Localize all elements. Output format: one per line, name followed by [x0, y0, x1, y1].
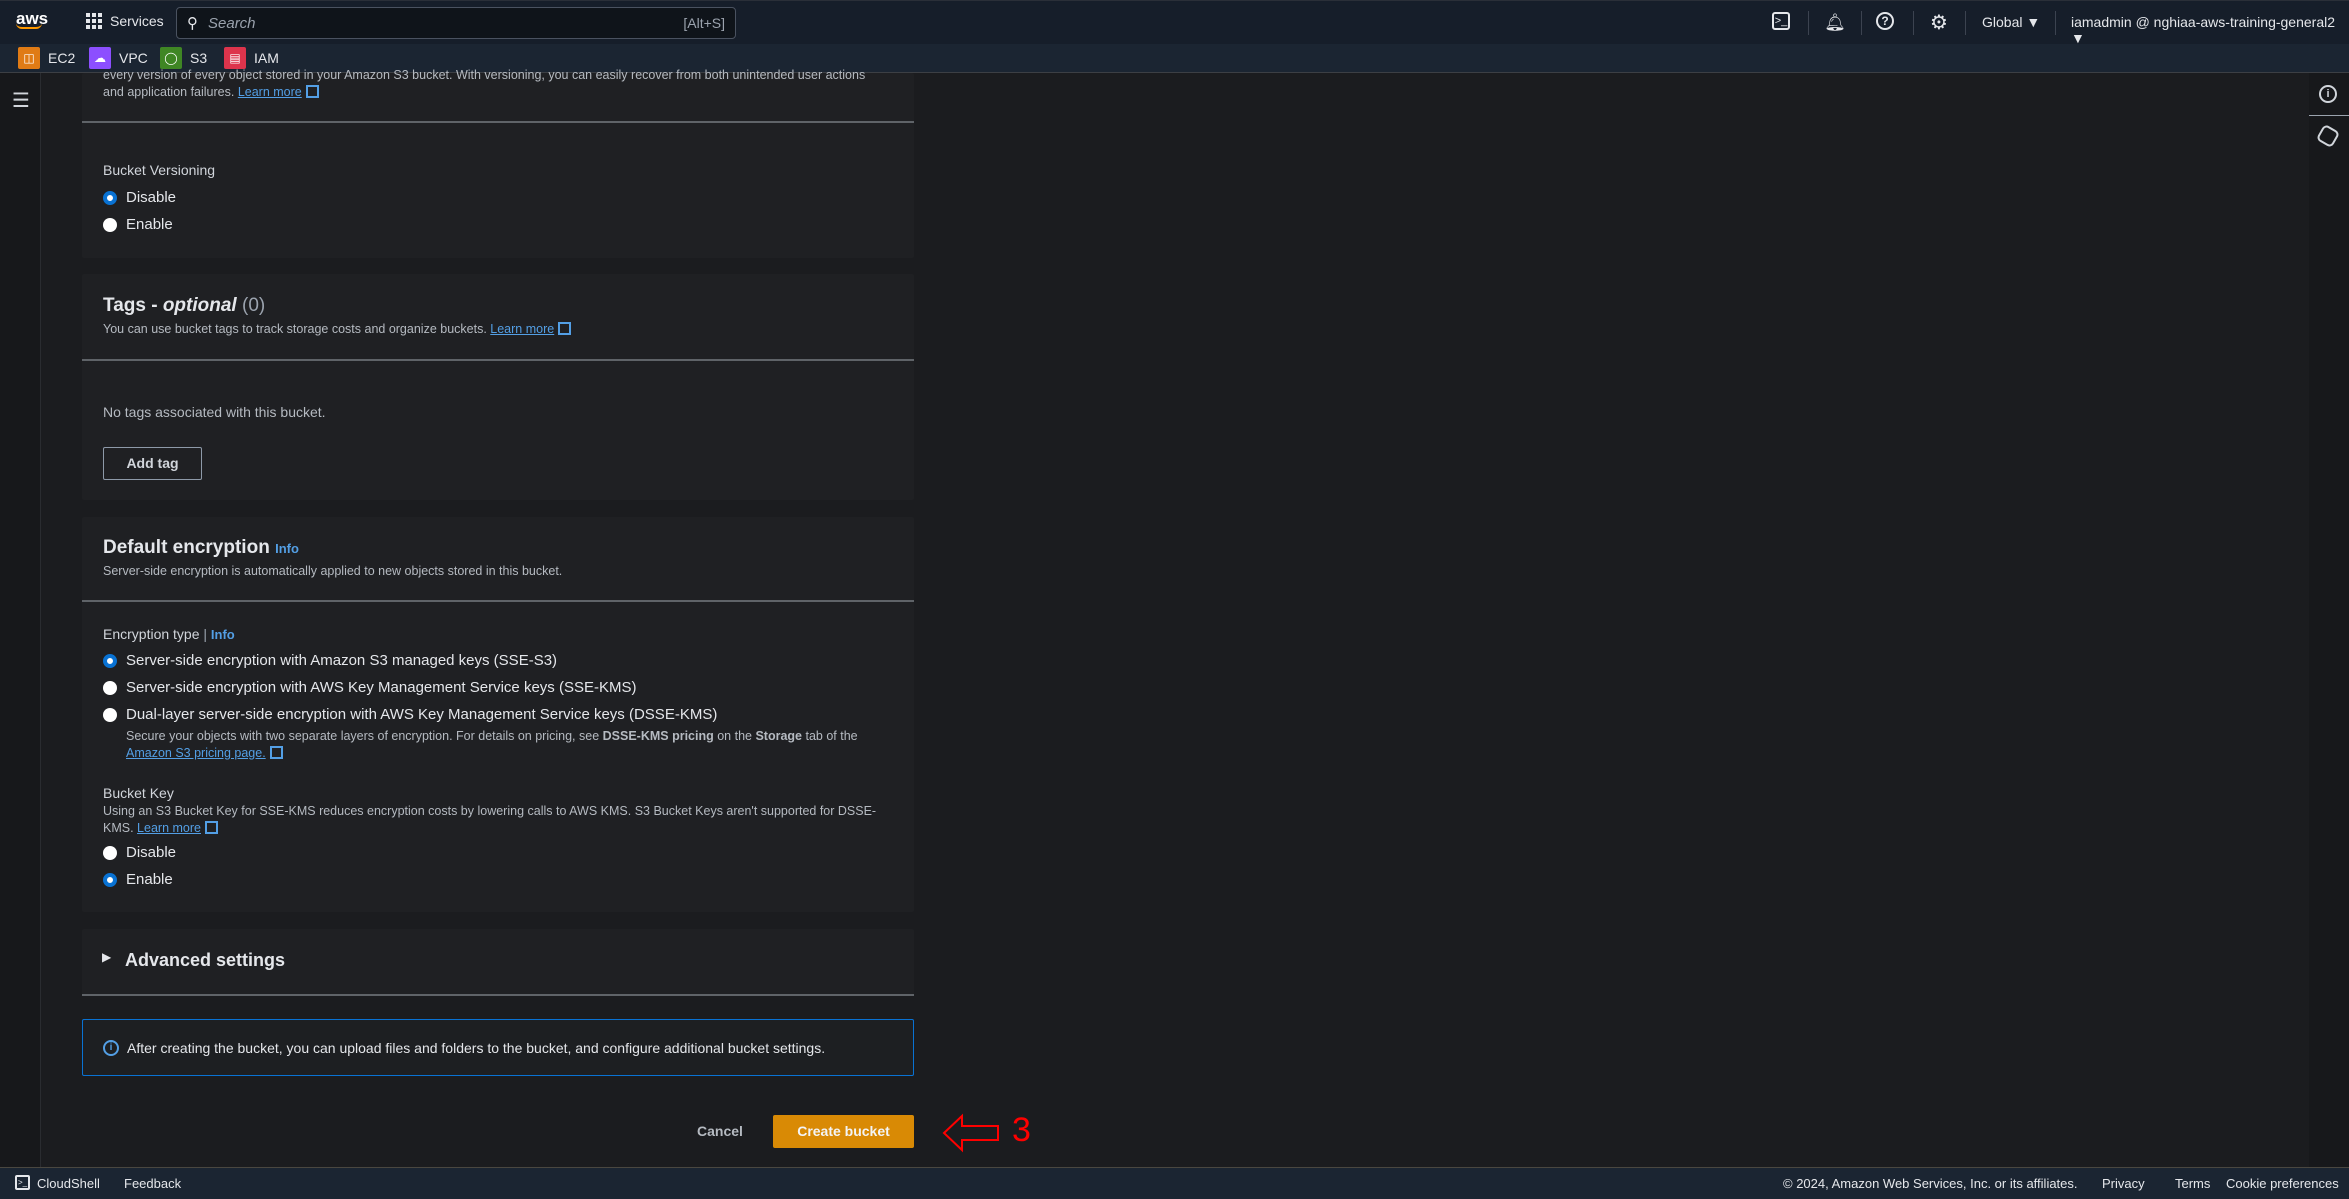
vpc-icon: ☁ [89, 47, 111, 69]
info-panel-icon[interactable]: i [2319, 85, 2337, 103]
favorite-label: IAM [254, 50, 279, 66]
caret-right-icon: ▶ [102, 950, 112, 964]
learn-more-link[interactable]: Learn more [238, 85, 302, 99]
separator [2055, 11, 2056, 35]
privacy-link[interactable]: Privacy [2102, 1176, 2145, 1191]
region-selector[interactable]: Global ▼ [1982, 14, 2040, 30]
learn-more-link[interactable]: Learn more [137, 821, 201, 835]
cookie-preferences-link[interactable]: Cookie preferences [2226, 1176, 2339, 1191]
info-link[interactable]: Info [275, 541, 299, 556]
bucket-key-enable-radio[interactable] [103, 873, 117, 887]
divider [82, 121, 914, 123]
bucket-versioning-label: Bucket Versioning [103, 162, 216, 178]
help-icon[interactable]: ? [1876, 12, 1894, 30]
create-bucket-button[interactable]: Create bucket [773, 1115, 914, 1148]
s3-bucket-icon: ◯ [160, 47, 182, 69]
iam-icon: ▤ [224, 47, 246, 69]
bell-icon[interactable]: 🔔︎ [1824, 12, 1846, 34]
separator [1965, 11, 1966, 35]
bucket-key-description: Using an S3 Bucket Key for SSE-KMS reduc… [103, 804, 877, 818]
learn-more-link[interactable]: Learn more [490, 322, 554, 336]
favorite-ec2[interactable]: ◫ EC2 [18, 47, 75, 69]
logo-text: aws [16, 9, 49, 28]
cloudshell-icon[interactable]: >_ [1772, 12, 1790, 30]
radio-label: Disable [126, 189, 177, 206]
encryption-type-label: Encryption type | Info [103, 626, 235, 642]
search-input[interactable]: ⚲ Search [Alt+S] [176, 7, 736, 39]
tags-title: Tags - optional (0) [103, 295, 266, 316]
cloudshell-button[interactable]: CloudShell [37, 1176, 100, 1191]
favorite-iam[interactable]: ▤ IAM [224, 47, 279, 69]
info-circle-icon: i [103, 1039, 119, 1056]
tools-rail: i [2309, 73, 2349, 1167]
copyright-text: © 2024, Amazon Web Services, Inc. or its… [1783, 1176, 2078, 1191]
services-menu-button[interactable]: Services [86, 13, 164, 29]
info-alert: i After creating the bucket, you can upl… [82, 1019, 914, 1076]
alert-text: After creating the bucket, you can uploa… [127, 1039, 826, 1056]
external-link-icon [204, 821, 218, 834]
aws-logo[interactable]: aws [16, 9, 48, 29]
radio-label: Disable [126, 844, 177, 861]
radio-label: Dual-layer server-side encryption with A… [126, 706, 718, 723]
feedback-button[interactable]: Feedback [124, 1176, 181, 1191]
external-link-icon [558, 322, 572, 335]
search-icon: ⚲ [187, 15, 198, 32]
encryption-title: Default encryption Info [103, 537, 299, 558]
sse-kms-radio[interactable] [103, 681, 117, 695]
favorite-label: EC2 [48, 50, 76, 66]
dsse-kms-radio[interactable] [103, 708, 117, 722]
footer: >_ CloudShell Feedback © 2024, Amazon We… [0, 1167, 2349, 1199]
no-tags-message: No tags associated with this bucket. [103, 404, 326, 420]
search-placeholder: Search [208, 14, 256, 32]
annotation-step-number: 3 [1012, 1111, 1031, 1149]
separator [1913, 11, 1914, 35]
dsse-description: Secure your objects with two separate la… [126, 729, 858, 743]
side-navigation-toggle-strip: ☰ [0, 73, 41, 1167]
divider [82, 600, 914, 602]
versioning-disable-radio[interactable] [103, 191, 117, 205]
add-tag-button[interactable]: Add tag [103, 447, 202, 480]
separator [1861, 11, 1862, 35]
sse-s3-radio[interactable] [103, 654, 117, 668]
favorite-label: VPC [119, 50, 148, 66]
top-navigation: aws Services ⚲ Search [Alt+S] >_ 🔔︎ ? ⚙ … [0, 0, 2349, 46]
external-link-icon [305, 85, 319, 98]
tags-description: You can use bucket tags to track storage… [103, 322, 487, 336]
account-menu[interactable]: iamadmin @ nghiaa-aws-training-general2 … [2071, 14, 2349, 46]
terms-link[interactable]: Terms [2175, 1176, 2210, 1191]
favorite-label: S3 [190, 50, 208, 66]
radio-label: Enable [126, 871, 173, 888]
cancel-button[interactable]: Cancel [697, 1123, 743, 1139]
bucket-key-label: Bucket Key [103, 785, 174, 801]
security-hub-icon[interactable] [2315, 123, 2341, 149]
services-label: Services [110, 13, 164, 29]
radio-label: Server-side encryption with Amazon S3 ma… [126, 652, 558, 669]
rail-divider [2309, 115, 2349, 116]
separator [1808, 11, 1809, 35]
encryption-description: Server-side encryption is automatically … [103, 564, 563, 578]
bucket-key-description: KMS. [103, 821, 134, 835]
divider [82, 359, 914, 361]
ec2-icon: ◫ [18, 47, 40, 69]
hamburger-menu-icon[interactable]: ☰ [12, 88, 30, 113]
favorite-s3[interactable]: ◯ S3 [160, 47, 207, 69]
radio-label: Enable [126, 216, 173, 233]
s3-pricing-link[interactable]: Amazon S3 pricing page. [126, 746, 266, 760]
annotation-arrow-icon [942, 1113, 999, 1153]
versioning-description: and application failures. [103, 85, 235, 99]
versioning-description: every version of every object stored in … [103, 68, 866, 82]
search-shortcut: [Alt+S] [683, 15, 725, 31]
info-link[interactable]: Info [211, 627, 235, 642]
favorite-vpc[interactable]: ☁ VPC [89, 47, 148, 69]
external-link-icon [269, 746, 283, 759]
bucket-key-disable-radio[interactable] [103, 846, 117, 860]
divider [82, 994, 914, 996]
versioning-enable-radio[interactable] [103, 218, 117, 232]
advanced-settings-label: Advanced settings [125, 950, 286, 970]
settings-icon[interactable]: ⚙ [1928, 12, 1950, 34]
grid-icon [86, 13, 102, 29]
cloudshell-icon: >_ [15, 1175, 30, 1190]
radio-label: Server-side encryption with AWS Key Mana… [126, 679, 637, 696]
